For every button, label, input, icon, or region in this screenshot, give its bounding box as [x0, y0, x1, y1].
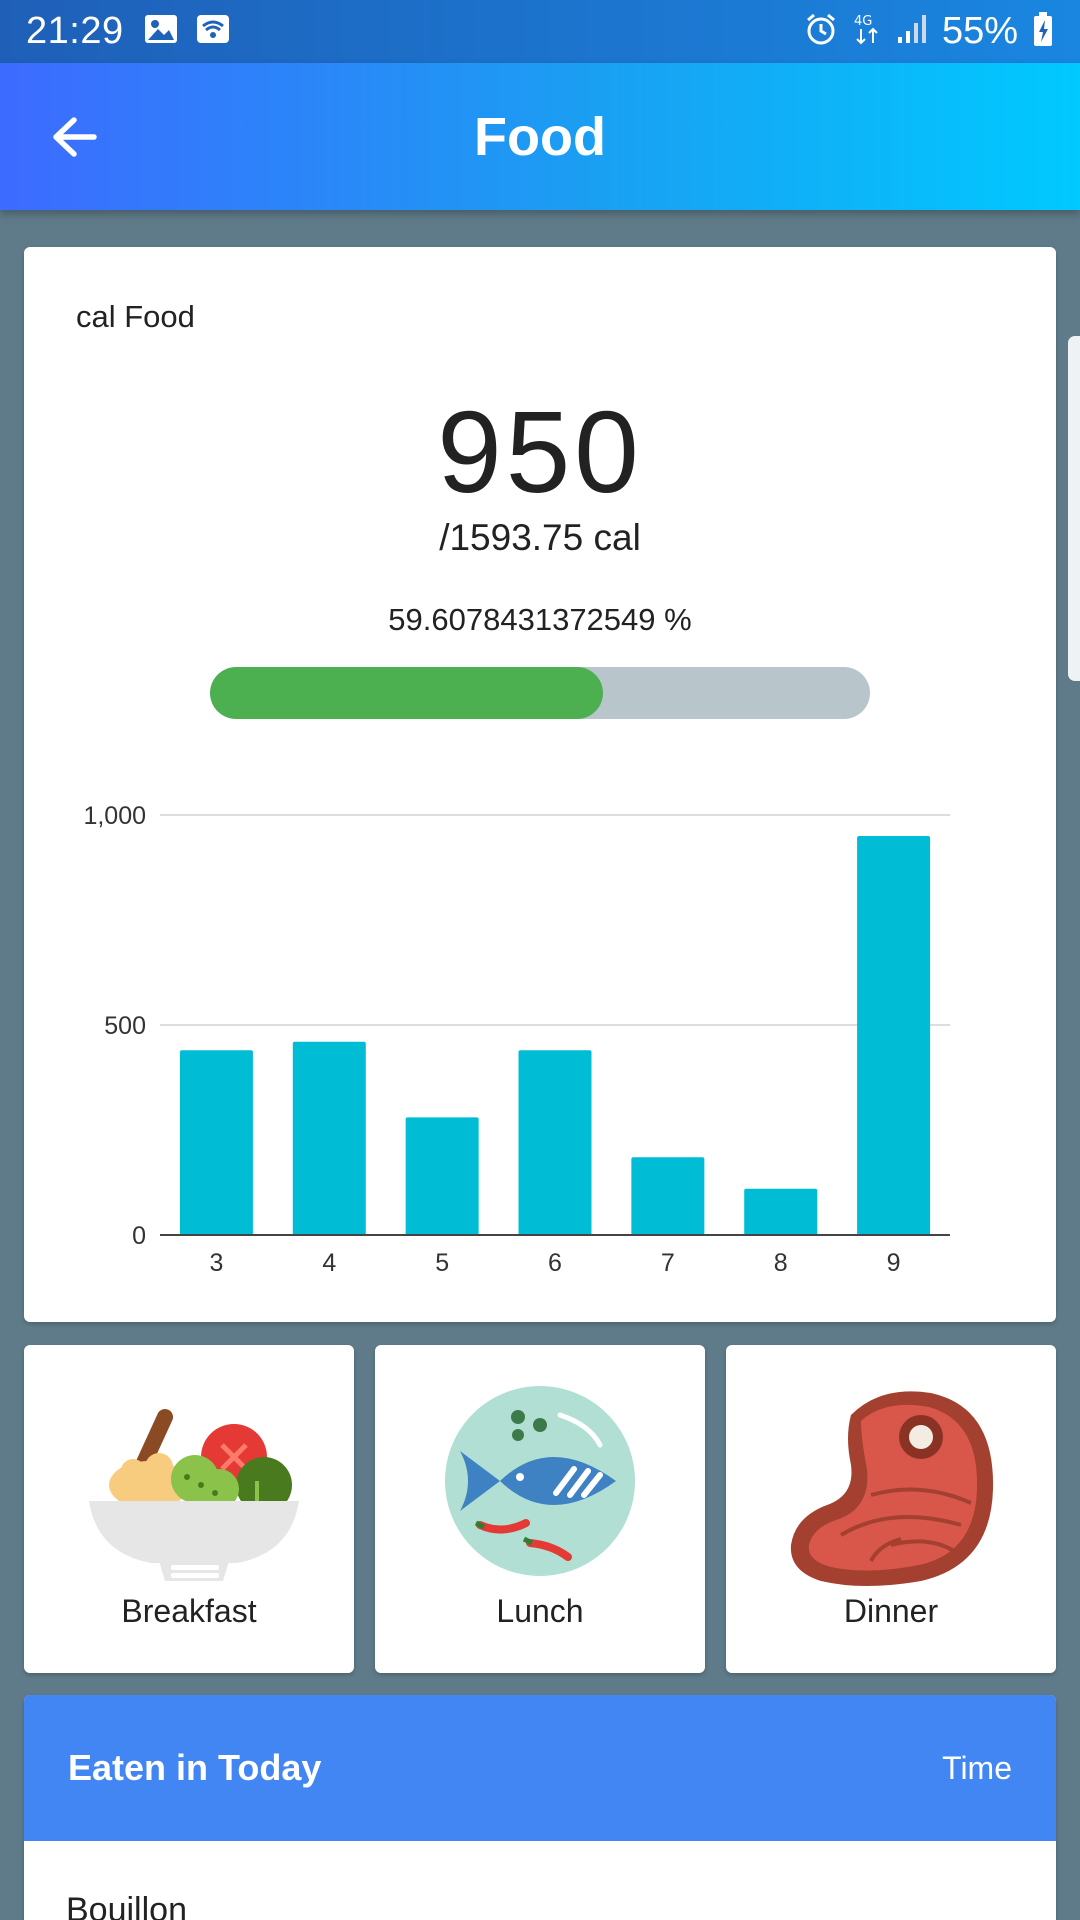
- signal-icon: [896, 13, 928, 50]
- chart-bar-8: [744, 1188, 818, 1235]
- y-tick-label: 1,000: [83, 802, 146, 830]
- network-4g-icon: 4G: [852, 12, 882, 51]
- list-item[interactable]: Bouillon: [24, 1841, 1056, 1920]
- x-tick-label: 5: [435, 1249, 449, 1277]
- chart-bar-3: [179, 1050, 253, 1235]
- scrollbar[interactable]: [1068, 336, 1080, 681]
- steak-icon: [781, 1385, 1001, 1600]
- status-bar: 21:29 4G 55%: [0, 0, 1080, 63]
- eaten-today-header: Eaten in Today Time: [24, 1695, 1056, 1841]
- status-left-icons: [144, 14, 230, 49]
- chart-bar-5: [405, 1117, 479, 1235]
- x-tick-label: 8: [774, 1249, 788, 1277]
- calorie-goal: /1593.75 cal: [439, 517, 641, 558]
- eaten-today-card: Eaten in Today Time Bouillon: [24, 1695, 1056, 1920]
- wifi-icon: [196, 14, 230, 49]
- status-right: 4G 55%: [804, 10, 1054, 53]
- time-column-label: Time: [942, 1749, 1012, 1786]
- meal-label-lunch: Lunch: [496, 1593, 584, 1629]
- meal-card-lunch[interactable]: Lunch: [375, 1345, 705, 1673]
- app-bar: Food: [0, 63, 1080, 210]
- battery-percent: 55%: [941, 10, 1018, 52]
- meal-label-breakfast: Breakfast: [121, 1593, 257, 1629]
- meal-card-breakfast[interactable]: Breakfast: [24, 1345, 354, 1673]
- calorie-summary-card: cal Food 950 /1593.75 cal 59.60784313725…: [24, 247, 1056, 1322]
- page-title: Food: [474, 106, 606, 167]
- x-tick-label: 7: [661, 1249, 675, 1277]
- x-tick-label: 9: [887, 1249, 901, 1277]
- alarm-icon: [804, 12, 838, 51]
- y-tick-label: 500: [104, 1012, 146, 1040]
- summary-label: cal Food: [76, 299, 195, 334]
- status-time: 21:29: [26, 10, 124, 52]
- fish-plate-icon: [440, 1385, 640, 1590]
- svg-text:4G: 4G: [854, 14, 872, 29]
- chart-bar-6: [518, 1050, 592, 1235]
- chart-bar-9: [857, 836, 931, 1235]
- battery-charging-icon: [1032, 11, 1054, 52]
- calorie-progress-fill: [210, 667, 604, 719]
- meal-label-dinner: Dinner: [843, 1593, 939, 1629]
- back-button[interactable]: [44, 107, 104, 167]
- chart-bar-7: [631, 1157, 705, 1235]
- calorie-progress-bar: [210, 667, 870, 719]
- calorie-percent: 59.6078431372549 %: [388, 602, 692, 637]
- arrow-back-icon: [53, 116, 97, 157]
- consumed-calories: 950: [437, 387, 643, 517]
- meal-card-dinner[interactable]: Dinner: [726, 1345, 1056, 1673]
- y-tick-label: 0: [132, 1222, 146, 1250]
- salad-bowl-icon: [79, 1385, 299, 1590]
- x-tick-label: 4: [322, 1249, 336, 1277]
- x-tick-label: 3: [209, 1249, 223, 1277]
- daily-calories-chart: 0 500 1,000 3 4 5 6 7 8 9: [83, 802, 950, 1277]
- x-tick-label: 6: [548, 1249, 562, 1277]
- chart-bar-4: [292, 1041, 366, 1235]
- image-icon: [144, 14, 178, 49]
- eaten-today-title: Eaten in Today: [68, 1747, 322, 1788]
